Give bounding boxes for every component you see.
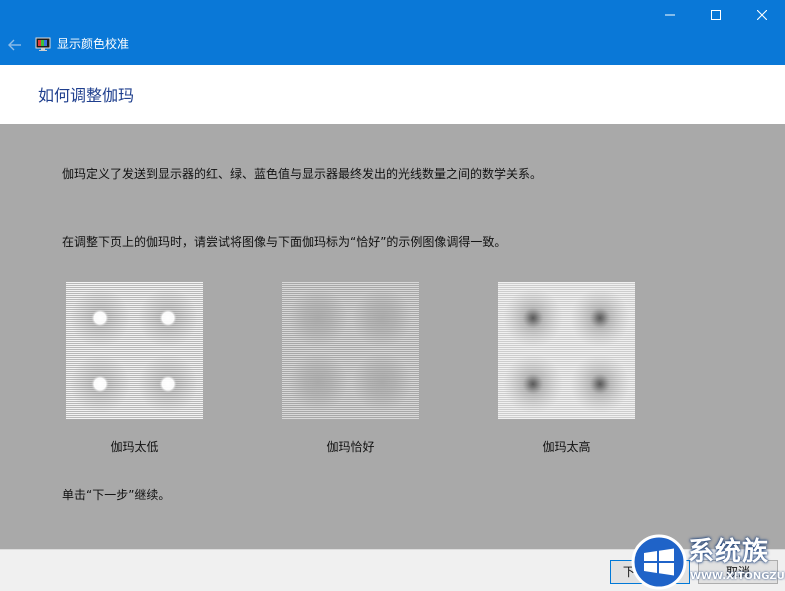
- calibration-window: 显示颜色校准 如何调整伽玛 伽玛定义了发送到显示器的红、绿、蓝色值与显示器最终发…: [0, 0, 785, 591]
- close-icon: [757, 10, 767, 20]
- minimize-button[interactable]: [647, 0, 693, 30]
- maximize-button[interactable]: [693, 0, 739, 30]
- page-title: 如何调整伽玛: [38, 86, 135, 105]
- gamma-sample-label-low: 伽玛太低: [110, 440, 159, 454]
- gamma-sample-label-ok: 伽玛恰好: [326, 440, 375, 454]
- back-arrow-icon: [8, 39, 21, 51]
- window-title: 显示颜色校准: [57, 37, 130, 51]
- windows-logo-icon: [631, 534, 687, 590]
- page-header: 如何调整伽玛: [0, 65, 785, 124]
- content-area: 伽玛定义了发送到显示器的红、绿、蓝色值与显示器最终发出的光线数量之间的数学关系。…: [0, 124, 785, 549]
- gamma-definition-text: 伽玛定义了发送到显示器的红、绿、蓝色值与显示器最终发出的光线数量之间的数学关系。: [62, 167, 543, 181]
- minimize-icon: [665, 14, 675, 16]
- caption-buttons: [647, 0, 785, 30]
- title-bar: 显示颜色校准: [0, 0, 785, 65]
- watermark-text: 系统族: [688, 537, 770, 567]
- back-button[interactable]: [4, 34, 26, 56]
- gamma-sample-label-high: 伽玛太高: [542, 440, 591, 454]
- continue-instruction-text: 单击“下一步”继续。: [62, 488, 171, 502]
- watermark: 系统族 WWW.XITONGZU.COM: [630, 533, 785, 591]
- maximize-icon: [711, 10, 721, 20]
- gamma-sample-low: [66, 282, 203, 419]
- gamma-instruction-text: 在调整下页上的伽玛时，请尝试将图像与下面伽玛标为“恰好”的示例图像调得一致。: [62, 235, 507, 249]
- close-button[interactable]: [739, 0, 785, 30]
- gamma-sample-high: [498, 282, 635, 419]
- gamma-sample-ok: [282, 282, 419, 419]
- watermark-subtext: WWW.XITONGZU.COM: [690, 571, 785, 582]
- display-calibration-icon: [35, 37, 51, 51]
